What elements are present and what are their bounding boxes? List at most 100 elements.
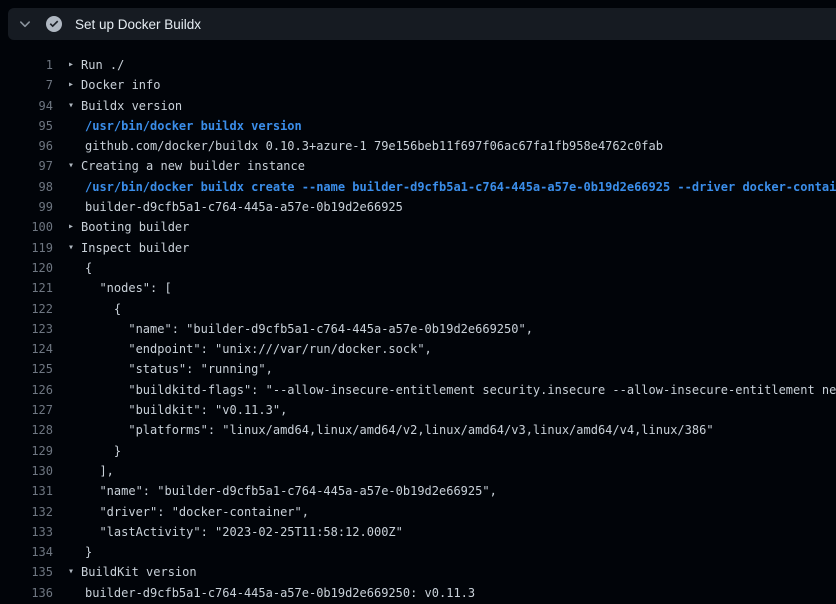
line-text: "buildkit": "v0.11.3", [85, 400, 287, 420]
line-text: "nodes": [ [85, 278, 172, 298]
indent-spacer [68, 359, 85, 379]
line-text: { [85, 299, 121, 319]
line-text: Run ./ [81, 55, 124, 75]
log-line: 98 /usr/bin/docker buildx create --name … [0, 177, 836, 197]
log-line: 127 "buildkit": "v0.11.3", [0, 400, 836, 420]
line-text: "endpoint": "unix:///var/run/docker.sock… [85, 339, 432, 359]
indent-spacer [68, 420, 85, 440]
log-line[interactable]: 7 ▸ Docker info [0, 75, 836, 95]
indent-spacer [68, 522, 85, 542]
line-number[interactable]: 95 [0, 116, 53, 136]
log-line: 99 builder-d9cfb5a1-c764-445a-a57e-0b19d… [0, 197, 836, 217]
log-line: 124 "endpoint": "unix:///var/run/docker.… [0, 339, 836, 359]
log-line: 125 "status": "running", [0, 359, 836, 379]
line-text: } [85, 441, 121, 461]
line-text: "name": "builder-d9cfb5a1-c764-445a-a57e… [85, 481, 497, 501]
log-line: 95 /usr/bin/docker buildx version [0, 116, 836, 136]
line-text: "name": "builder-d9cfb5a1-c764-445a-a57e… [85, 319, 533, 339]
log-line[interactable]: 119 ▾ Inspect builder [0, 238, 836, 258]
log-line: 130 ], [0, 461, 836, 481]
log-line: 136 builder-d9cfb5a1-c764-445a-a57e-0b19… [0, 583, 836, 603]
line-number[interactable]: 125 [0, 359, 53, 379]
log-line[interactable]: 1 ▸ Run ./ [0, 55, 836, 75]
line-number[interactable]: 131 [0, 481, 53, 501]
line-text: /usr/bin/docker buildx version [85, 116, 302, 136]
log-line: 123 "name": "builder-d9cfb5a1-c764-445a-… [0, 319, 836, 339]
line-number[interactable]: 124 [0, 339, 53, 359]
line-text: { [85, 258, 92, 278]
indent-spacer [68, 319, 85, 339]
line-number[interactable]: 119 [0, 238, 53, 258]
indent-spacer [68, 461, 85, 481]
line-text: "status": "running", [85, 359, 273, 379]
line-text: "platforms": "linux/amd64,linux/amd64/v2… [85, 420, 714, 440]
line-text: } [85, 542, 92, 562]
line-text: "driver": "docker-container", [85, 502, 309, 522]
chevron-down-icon[interactable] [18, 17, 32, 31]
line-number[interactable]: 97 [0, 156, 53, 176]
group-expanded-icon: ▾ [68, 238, 81, 258]
log-line: 126 "buildkitd-flags": "--allow-insecure… [0, 380, 836, 400]
line-number[interactable]: 120 [0, 258, 53, 278]
line-text: ], [85, 461, 114, 481]
line-number[interactable]: 7 [0, 75, 53, 95]
line-text: BuildKit version [81, 562, 197, 582]
indent-spacer [68, 258, 85, 278]
indent-spacer [68, 116, 85, 136]
indent-spacer [68, 197, 85, 217]
indent-spacer [68, 136, 85, 156]
line-number[interactable]: 129 [0, 441, 53, 461]
log-line: 129 } [0, 441, 836, 461]
log-line[interactable]: 100 ▸ Booting builder [0, 217, 836, 237]
log-line: 120 { [0, 258, 836, 278]
log-line: 131 "name": "builder-d9cfb5a1-c764-445a-… [0, 481, 836, 501]
indent-spacer [68, 542, 85, 562]
line-text: builder-d9cfb5a1-c764-445a-a57e-0b19d2e6… [85, 197, 403, 217]
line-number[interactable]: 99 [0, 197, 53, 217]
indent-spacer [68, 380, 85, 400]
line-number[interactable]: 126 [0, 380, 53, 400]
log-line[interactable]: 94 ▾ Buildx version [0, 96, 836, 116]
line-text: Docker info [81, 75, 160, 95]
log-line[interactable]: 135 ▾ BuildKit version [0, 562, 836, 582]
line-number[interactable]: 136 [0, 583, 53, 603]
group-collapsed-icon: ▸ [68, 217, 81, 237]
line-text: "lastActivity": "2023-02-25T11:58:12.000… [85, 522, 403, 542]
line-number[interactable]: 133 [0, 522, 53, 542]
log-line: 122 { [0, 299, 836, 319]
group-expanded-icon: ▾ [68, 156, 81, 176]
step-header[interactable]: Set up Docker Buildx [8, 8, 836, 40]
line-text: Booting builder [81, 217, 189, 237]
line-number[interactable]: 94 [0, 96, 53, 116]
line-number[interactable]: 127 [0, 400, 53, 420]
line-number[interactable]: 121 [0, 278, 53, 298]
step-title: Set up Docker Buildx [75, 17, 201, 32]
line-text: Buildx version [81, 96, 182, 116]
line-text: "buildkitd-flags": "--allow-insecure-ent… [85, 380, 836, 400]
line-number[interactable]: 122 [0, 299, 53, 319]
line-number[interactable]: 1 [0, 55, 53, 75]
group-collapsed-icon: ▸ [68, 75, 81, 95]
log-line: 121 "nodes": [ [0, 278, 836, 298]
log-line: 134 } [0, 542, 836, 562]
line-number[interactable]: 123 [0, 319, 53, 339]
indent-spacer [68, 177, 85, 197]
group-collapsed-icon: ▸ [68, 55, 81, 75]
group-expanded-icon: ▾ [68, 96, 81, 116]
log-lines: 1 ▸ Run ./ 7 ▸ Docker info 94 ▾ Buildx v… [0, 55, 836, 603]
line-text: Inspect builder [81, 238, 189, 258]
actions-log-viewer: Set up Docker Buildx 1 ▸ Run ./ 7 ▸ Dock… [0, 0, 836, 604]
line-number[interactable]: 135 [0, 562, 53, 582]
line-number[interactable]: 100 [0, 217, 53, 237]
line-number[interactable]: 98 [0, 177, 53, 197]
log-line[interactable]: 97 ▾ Creating a new builder instance [0, 156, 836, 176]
indent-spacer [68, 339, 85, 359]
line-number[interactable]: 128 [0, 420, 53, 440]
line-number[interactable]: 132 [0, 502, 53, 522]
indent-spacer [68, 278, 85, 298]
log-line: 132 "driver": "docker-container", [0, 502, 836, 522]
line-number[interactable]: 134 [0, 542, 53, 562]
line-number[interactable]: 130 [0, 461, 53, 481]
line-number[interactable]: 96 [0, 136, 53, 156]
indent-spacer [68, 583, 85, 603]
